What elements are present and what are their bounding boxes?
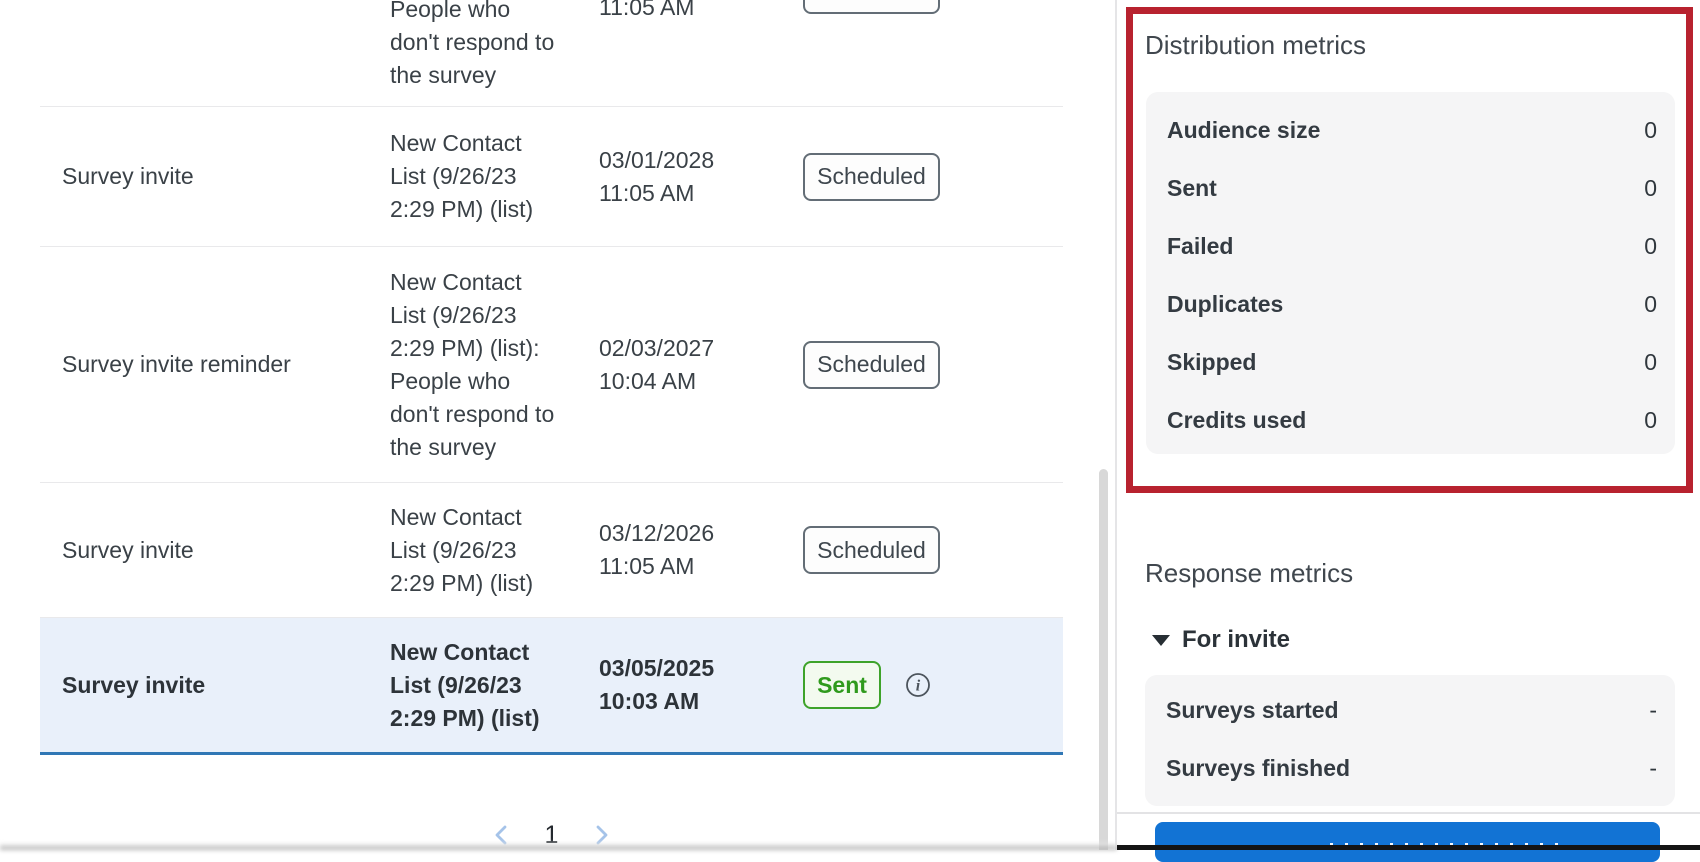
metric-row: Failed 0 <box>1146 217 1675 275</box>
metric-label: Skipped <box>1167 348 1257 375</box>
for-invite-toggle[interactable]: For invite <box>1152 626 1290 654</box>
metric-label: Audience size <box>1167 116 1321 143</box>
metric-label: Surveys finished <box>1166 754 1351 781</box>
info-icon[interactable]: i <box>905 672 931 698</box>
metric-value: 0 <box>1644 290 1657 317</box>
metric-value: - <box>1649 754 1657 781</box>
metric-label: Sent <box>1167 174 1217 201</box>
metric-value: - <box>1649 696 1657 723</box>
status-badge: Scheduled <box>803 152 940 201</box>
scrollbar[interactable] <box>1099 469 1108 850</box>
metric-value: 0 <box>1644 232 1657 259</box>
distributions-table: People who don't respond to the survey 1… <box>40 0 1063 755</box>
table-row[interactable]: Survey invite New Contact List (9/26/23 … <box>40 107 1063 247</box>
metric-label: Failed <box>1167 232 1234 259</box>
status-badge: Scheduled <box>803 340 940 389</box>
metric-label: Duplicates <box>1167 290 1284 317</box>
panel-divider <box>1115 0 1117 850</box>
response-metrics-title: Response metrics <box>1145 558 1354 588</box>
distribution-metrics-title: Distribution metrics <box>1145 30 1367 60</box>
metric-row: Sent 0 <box>1146 159 1675 217</box>
svg-text:i: i <box>916 678 921 695</box>
table-row[interactable]: Survey invite New Contact List (9/26/23 … <box>40 483 1063 618</box>
metric-value: 0 <box>1644 348 1657 375</box>
metric-value: 0 <box>1644 116 1657 143</box>
audience-cell: New Contact List (9/26/23 2:29 PM) (list… <box>390 638 540 731</box>
distributions-page: { "colors": { "annotation_red": "#b8222f… <box>0 0 1700 862</box>
distribution-type-cell: Survey invite <box>62 671 206 698</box>
bottom-edge-artifact <box>0 843 1117 850</box>
metric-value: 0 <box>1644 406 1657 433</box>
table-row[interactable]: People who don't respond to the survey 1… <box>40 0 1063 107</box>
distribution-type-cell: Survey invite <box>62 536 194 563</box>
table-row[interactable]: Survey invite reminder New Contact List … <box>40 247 1063 483</box>
metric-row: Credits used 0 <box>1146 391 1675 449</box>
audience-cell: People who don't respond to the survey <box>390 0 555 88</box>
status-badge: Sent <box>803 661 881 709</box>
date-cell: 03/01/2028 11:05 AM <box>599 146 715 206</box>
status-badge <box>803 0 940 14</box>
primary-action-button[interactable] <box>1155 822 1660 862</box>
metric-row: Surveys finished - <box>1145 739 1675 797</box>
metric-row: Audience size 0 <box>1146 101 1675 159</box>
date-cell: 03/05/2025 10:03 AM <box>599 655 715 714</box>
date-cell: 02/03/2027 10:04 AM <box>599 334 715 394</box>
metric-label: Credits used <box>1167 406 1307 433</box>
status-badge: Scheduled <box>803 526 940 574</box>
metric-label: Surveys started <box>1166 696 1339 723</box>
distribution-metrics-box: Audience size 0 Sent 0 Failed 0 Duplicat… <box>1146 92 1675 454</box>
response-metrics-box: Surveys started - Surveys finished - <box>1145 675 1675 806</box>
bottom-edge-artifact <box>1117 845 1700 850</box>
date-cell: 11:05 AM <box>599 0 695 20</box>
caret-down-icon <box>1152 634 1170 646</box>
for-invite-label: For invite <box>1182 626 1291 653</box>
audience-cell: New Contact List (9/26/23 2:29 PM) (list… <box>390 503 534 596</box>
distribution-type-cell: Survey invite <box>62 163 194 189</box>
metric-row: Surveys started - <box>1145 681 1675 739</box>
audience-cell: New Contact List (9/26/23 2:29 PM) (list… <box>390 268 555 460</box>
audience-cell: New Contact List (9/26/23 2:29 PM) (list… <box>390 130 534 222</box>
distribution-type-cell: Survey invite reminder <box>62 351 291 377</box>
metric-row: Skipped 0 <box>1146 333 1675 391</box>
metric-row: Duplicates 0 <box>1146 275 1675 333</box>
metric-value: 0 <box>1644 174 1657 201</box>
table-row-selected[interactable]: Survey invite New Contact List (9/26/23 … <box>40 618 1063 755</box>
date-cell: 03/12/2026 11:05 AM <box>599 520 715 579</box>
